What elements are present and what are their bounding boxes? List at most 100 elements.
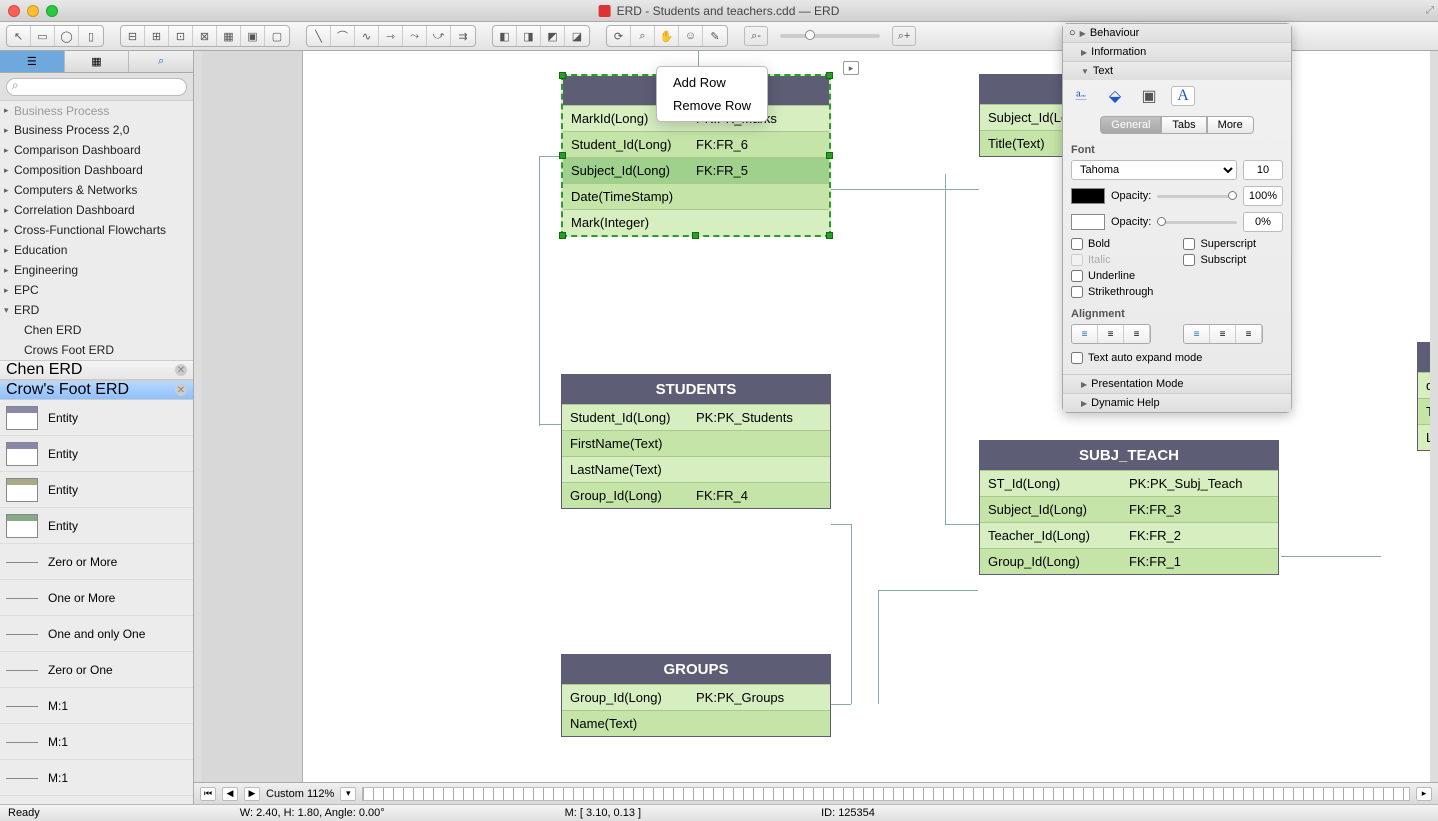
tree-item-erd[interactable]: ▾ERD (0, 300, 193, 320)
smart-connector-button[interactable]: ⇉ (451, 26, 475, 46)
group-button[interactable]: ▣ (241, 26, 265, 46)
entity-students[interactable]: STUDENTS Student_Id(Long)PK:PK_Students … (561, 374, 831, 509)
close-icon[interactable]: ✕ (175, 384, 187, 396)
rect-tool-button[interactable]: ▭ (31, 26, 55, 46)
connector[interactable] (539, 424, 561, 425)
text-tool-button[interactable]: ▯ (79, 26, 103, 46)
pointer-tool-button[interactable]: ↖ (7, 26, 31, 46)
connector-tool-button[interactable]: ⇾ (379, 26, 403, 46)
vertical-scrollbar[interactable] (1430, 51, 1438, 782)
superscript-checkbox[interactable] (1183, 238, 1195, 250)
inspector-tab-more[interactable]: More (1207, 116, 1254, 134)
connector[interactable] (851, 524, 852, 704)
distribute-v-button[interactable]: ▦ (217, 26, 241, 46)
text-color-swatch[interactable] (1071, 188, 1105, 204)
subscript-checkbox[interactable] (1183, 254, 1195, 266)
shape-entity[interactable]: Entity (0, 472, 193, 508)
person-tool-button[interactable]: ☺ (679, 26, 703, 46)
tree-item[interactable]: ▸Comparison Dashboard (0, 140, 193, 160)
polyline-tool-button[interactable]: ⤻ (427, 26, 451, 46)
zoom-in-button[interactable]: ⌕+ (892, 26, 916, 46)
connector[interactable] (831, 189, 979, 190)
pan-tool-button[interactable]: ✋ (655, 26, 679, 46)
refresh-button[interactable]: ⟳ (607, 26, 631, 46)
inspector-section-presentation[interactable]: ▶Presentation Mode (1063, 375, 1291, 393)
connector[interactable] (539, 156, 561, 157)
shape-m-1[interactable]: M:1 (0, 760, 193, 796)
strikethrough-checkbox[interactable] (1071, 286, 1083, 298)
zoom-dropdown[interactable]: ▾ (340, 787, 356, 801)
align-center-button[interactable]: ≡ (1098, 325, 1124, 343)
shapes-section-crowsfoot[interactable]: Crow's Foot ERD✕ (0, 380, 193, 400)
close-window-button[interactable] (8, 5, 20, 17)
entity-teachers[interactable]: TEACHERS d(Long)PK:PK_Te Text) LastName(… (1417, 342, 1430, 451)
forward-button[interactable]: ◩ (541, 26, 565, 46)
align-middle-button[interactable]: ≡ (1210, 325, 1236, 343)
tree-item[interactable]: ▸EPC (0, 280, 193, 300)
shape-entity[interactable]: Entity (0, 436, 193, 472)
highlight-style-icon[interactable]: ⬙ (1103, 86, 1127, 106)
inspector-section-help[interactable]: ▶Dynamic Help (1063, 394, 1291, 412)
tree-item[interactable]: ▸Business Process (0, 100, 193, 120)
tree-item[interactable]: ▸Computers & Networks (0, 180, 193, 200)
inspector-section-text[interactable]: ▼Text (1063, 62, 1291, 80)
connector[interactable] (878, 590, 879, 704)
back-button[interactable]: ◨ (517, 26, 541, 46)
menu-item-remove-row[interactable]: Remove Row (657, 94, 767, 117)
align-right-button[interactable]: ≡ (1124, 325, 1150, 343)
tree-item[interactable]: ▸Composition Dashboard (0, 160, 193, 180)
underline-checkbox[interactable] (1071, 270, 1083, 282)
shape-zero-or-more[interactable]: Zero or More (0, 544, 193, 580)
tree-item[interactable]: ▸Education (0, 240, 193, 260)
bezier-tool-button[interactable]: ⤳ (403, 26, 427, 46)
entity-groups[interactable]: GROUPS Group_Id(Long)PK:PK_Groups Name(T… (561, 654, 831, 737)
bg-color-swatch[interactable] (1071, 214, 1105, 230)
sidebar-search-input[interactable] (6, 78, 187, 96)
zoom-tool-button[interactable]: ⌕ (631, 26, 655, 46)
inspector-tab-tabs[interactable]: Tabs (1161, 116, 1206, 134)
ungroup-button[interactable]: ▢ (265, 26, 289, 46)
backward-button[interactable]: ◪ (565, 26, 589, 46)
shape-one-and-only-one[interactable]: One and only One (0, 616, 193, 652)
align-left-button[interactable]: ≡ (1072, 325, 1098, 343)
align-bottom-button[interactable]: ≡ (1236, 325, 1262, 343)
shape-m-1[interactable]: M:1 (0, 688, 193, 724)
ruler-menu-button[interactable]: ▸ (1416, 787, 1432, 801)
shape-entity[interactable]: Entity (0, 508, 193, 544)
inspector-section-information[interactable]: ▶Information (1063, 43, 1291, 61)
shape-m-1[interactable]: M:1 (0, 724, 193, 760)
connector[interactable] (831, 524, 851, 525)
auto-expand-checkbox[interactable] (1071, 352, 1083, 364)
text-opacity-slider[interactable] (1157, 195, 1237, 198)
align-left-button[interactable]: ⊟ (121, 26, 145, 46)
line-tool-button[interactable]: ╲ (307, 26, 331, 46)
inspector-section-behaviour[interactable]: ○▶Behaviour (1063, 24, 1291, 42)
shape-zero-or-one[interactable]: Zero or One (0, 652, 193, 688)
tree-item[interactable]: ▸Business Process 2,0 (0, 120, 193, 140)
align-top-button[interactable]: ≡ (1184, 325, 1210, 343)
connector[interactable] (831, 704, 851, 705)
page-prev-button[interactable]: ◀ (222, 787, 238, 801)
align-right-button[interactable]: ⊡ (169, 26, 193, 46)
shapes-section-chen[interactable]: Chen ERD✕ (0, 360, 193, 380)
sidebar-tab-search[interactable]: ⌕ (129, 51, 193, 72)
connector[interactable] (539, 156, 540, 426)
front-button[interactable]: ◧ (493, 26, 517, 46)
minimize-window-button[interactable] (27, 5, 39, 17)
connector[interactable] (945, 524, 979, 525)
font-size-input[interactable] (1243, 160, 1283, 180)
inspector-tab-general[interactable]: General (1100, 116, 1161, 134)
arc-tool-button[interactable]: ⌒ (331, 26, 355, 46)
close-icon[interactable]: ✕ (175, 364, 187, 376)
bg-opacity-input[interactable] (1243, 212, 1283, 232)
pen-tool-button[interactable]: ✎ (703, 26, 727, 46)
menu-item-add-row[interactable]: Add Row (657, 71, 767, 94)
align-center-button[interactable]: ⊞ (145, 26, 169, 46)
tree-item-crows-foot-erd[interactable]: Crows Foot ERD (0, 340, 193, 360)
tree-item[interactable]: ▸Engineering (0, 260, 193, 280)
sidebar-tab-tree[interactable]: ☰ (0, 51, 65, 72)
shape-m-1[interactable]: M:1 (0, 796, 193, 804)
library-tree[interactable]: ▸Business Process ▸Business Process 2,0 … (0, 100, 193, 360)
connector[interactable] (945, 174, 946, 524)
font-family-select[interactable]: Tahoma (1071, 160, 1237, 180)
